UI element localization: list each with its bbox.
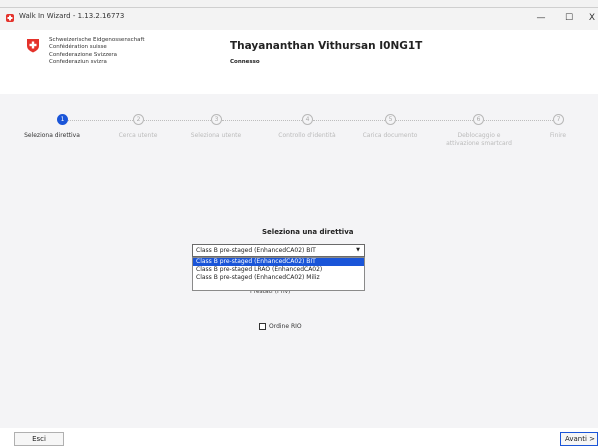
policy-dropdown-list: Class B pre-staged (EnhancedCA02) BIT Cl… <box>192 257 365 291</box>
step-7-label: Finire <box>549 132 567 139</box>
step-6-indicator: 6 <box>473 114 484 125</box>
next-button[interactable]: Avanti > <box>560 432 598 446</box>
step-2-label: Cerca utente <box>118 132 158 139</box>
user-name: Thayananthan Vithursan I0NG1T <box>230 40 423 52</box>
step-3-label: Seleziona utente <box>190 132 242 139</box>
top-edge <box>0 0 598 8</box>
step-1-indicator: 1 <box>57 114 68 125</box>
swiss-shield-icon <box>27 39 39 53</box>
agency-name: Schweizerische Eidgenossenschaft Confédé… <box>49 37 145 67</box>
window-title: Walk In Wizard - 1.13.2.16773 <box>19 12 125 20</box>
step-1-label: Seleziona direttiva <box>24 132 80 139</box>
step-5-label: Carica documento <box>362 132 418 139</box>
exit-button[interactable]: Esci <box>14 432 64 446</box>
step-connector <box>396 120 473 121</box>
ordine-rio-label: Ordine RIO <box>269 323 302 330</box>
step-4-label: Controllo d'identità <box>278 132 336 139</box>
policy-option[interactable]: Class B pre-staged (EnhancedCA02) BIT <box>193 258 364 266</box>
ordine-rio-checkbox[interactable] <box>259 323 266 330</box>
maximize-button[interactable]: ☐ <box>559 9 579 27</box>
agency-line: Confédération suisse <box>49 44 107 51</box>
connection-status: Connesso <box>230 59 260 65</box>
step-6-label: Deblocaggio e attivazione smartcard <box>446 132 512 147</box>
footer-bar <box>0 428 598 446</box>
minimize-button[interactable]: — <box>531 9 551 27</box>
agency-line: Confederazione Svizzera <box>49 51 117 58</box>
policy-option[interactable]: Class B pre-staged (EnhancedCA02) Miliz <box>193 274 364 282</box>
step-connector <box>144 120 211 121</box>
step-7-indicator: 7 <box>553 114 564 125</box>
step-connector <box>222 120 302 121</box>
agency-line: Confederaziun svizra <box>49 59 107 66</box>
step-connector <box>484 120 553 121</box>
close-button[interactable]: X <box>586 9 598 27</box>
step-connector <box>313 120 385 121</box>
step-2-indicator: 2 <box>133 114 144 125</box>
step-3-indicator: 3 <box>211 114 222 125</box>
policy-select[interactable]: Class B pre-staged (EnhancedCA02) BIT ▼ <box>192 244 365 257</box>
chevron-down-icon[interactable]: ▼ <box>356 245 360 256</box>
step-4-indicator: 4 <box>302 114 313 125</box>
policy-option[interactable]: Class B pre-staged LRAO (EnhancedCA02) <box>193 266 364 274</box>
policy-select-value: Class B pre-staged (EnhancedCA02) BIT <box>196 247 316 254</box>
app-icon <box>6 14 14 22</box>
step-connector <box>68 120 133 121</box>
policy-title: Seleziona una direttiva <box>262 228 354 236</box>
step-5-indicator: 5 <box>385 114 396 125</box>
